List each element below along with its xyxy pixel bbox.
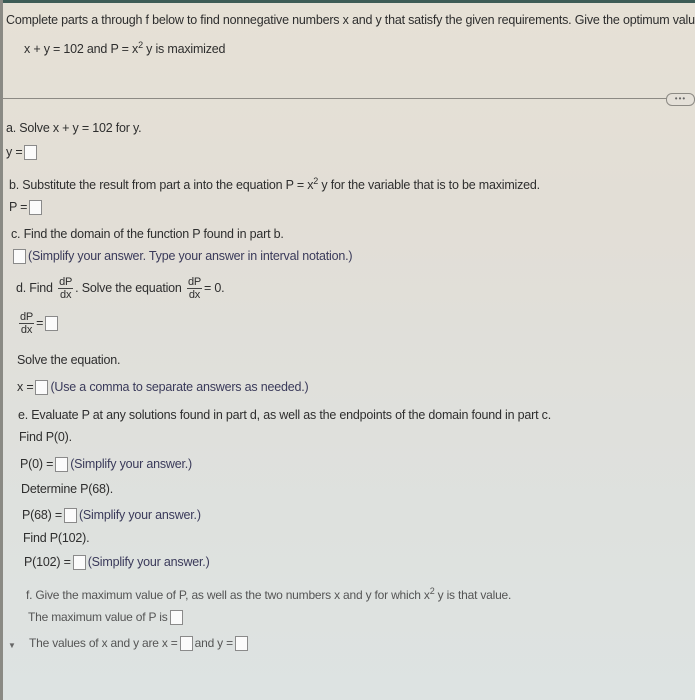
p102-row: P(102) = (Simplify your answer.)	[24, 555, 210, 571]
xy-values-row: The values of x and y are x = and y =	[29, 636, 250, 652]
p68-hint: (Simplify your answer.)	[78, 508, 201, 522]
p68-row: P(68) = (Simplify your answer.)	[22, 508, 201, 524]
condition-exponent: 2	[138, 40, 143, 50]
derivative-answer-input[interactable]	[45, 316, 59, 331]
p102-input[interactable]	[72, 555, 86, 571]
p68-input[interactable]	[63, 508, 77, 524]
part-d-prompt: d. Find dP dx. Solve the equation dP dx = 0…	[16, 276, 225, 301]
p0-row: P(0) = (Simplify your answer.)	[20, 457, 193, 473]
part-a-prompt: a. Solve x + y = 102 for y.	[6, 121, 142, 135]
max-value-row: The maximum value of P is	[28, 610, 185, 626]
p102-label: P(102) =	[24, 555, 71, 569]
part-c-answer-row: (Simplify your answer. Type your answer …	[11, 249, 353, 265]
x-critical-input[interactable]	[35, 380, 49, 396]
part-b-prompt: b. Substitute the result from part a int…	[9, 176, 540, 192]
p-answer-input[interactable]	[29, 200, 43, 216]
more-options-button[interactable]: •••	[666, 93, 695, 106]
find-p0-label: Find P(0).	[19, 430, 72, 444]
x-label: x =	[17, 380, 34, 394]
part-f-prompt-suffix: y is that value.	[437, 588, 512, 602]
condition-suffix: y is maximized	[146, 42, 226, 56]
derivative-fraction-2: dP dx	[186, 276, 203, 301]
max-value-label: The maximum value of P is	[28, 610, 168, 624]
part-d-solve-label: Solve the equation.	[17, 353, 121, 367]
part-d-x-row: x = (Use a comma to separate answers as n…	[17, 380, 309, 396]
part-c-prompt: c. Find the domain of the function P fou…	[11, 227, 284, 241]
window-left-border	[0, 0, 3, 700]
y-value-input[interactable]	[234, 636, 248, 652]
part-b-answer-row: P =	[9, 200, 44, 216]
part-f-prompt: f. Give the maximum value of P, as well …	[26, 586, 512, 602]
p102-hint: (Simplify your answer.)	[87, 555, 210, 569]
part-d-equals: =	[36, 315, 44, 330]
window-top-border	[0, 0, 695, 3]
equals-zero: = 0.	[204, 280, 225, 295]
max-value-input[interactable]	[169, 610, 183, 626]
problem-condition: x + y = 102 and P = x2 y is maximized	[24, 40, 226, 56]
part-e-prompt: e. Evaluate P at any solutions found in …	[18, 408, 551, 422]
determine-p68-label: Determine P(68).	[21, 482, 113, 496]
xy-values-label: The values of x and y are x =	[29, 636, 178, 650]
derivative-fraction: dP dx	[58, 276, 74, 301]
part-d-solve: . Solve the equation	[75, 280, 182, 295]
p0-hint: (Simplify your answer.)	[70, 457, 193, 471]
part-b-prompt-prefix: b. Substitute the result from part a int…	[9, 178, 314, 192]
problem-intro: Complete parts a through f below to find…	[6, 13, 695, 27]
section-divider	[0, 98, 670, 99]
y-answer-input[interactable]	[24, 145, 38, 161]
domain-answer-input[interactable]	[13, 249, 26, 265]
part-b-prompt-suffix: y for the variable that is to be maximiz…	[321, 178, 540, 192]
part-f-prompt-prefix: f. Give the maximum value of P, as well …	[26, 588, 430, 602]
part-c-hint: (Simplify your answer. Type your answer …	[28, 249, 353, 263]
x-hint: (Use a comma to separate answers as need…	[50, 380, 309, 394]
part-a-answer-row: y =	[6, 145, 39, 161]
condition-prefix: x + y = 102 and P = x	[24, 42, 139, 56]
part-b-answer-label: P =	[9, 200, 28, 214]
p68-label: P(68) =	[22, 508, 62, 522]
derivative-fraction-3: dP dx	[19, 311, 35, 336]
part-f-exponent: 2	[429, 586, 435, 596]
x-value-input[interactable]	[179, 636, 193, 652]
part-a-answer-label: y =	[6, 145, 23, 159]
find-p102-label: Find P(102).	[23, 531, 90, 545]
part-d-find: d. Find	[16, 280, 53, 295]
ellipsis-icon: •••	[674, 94, 687, 103]
p0-label: P(0) =	[20, 457, 54, 471]
p0-input[interactable]	[55, 457, 69, 473]
and-y-label: and y =	[194, 636, 234, 650]
part-d-answer-row: dP dx =	[17, 311, 60, 336]
scroll-down-arrow-icon[interactable]: ▼	[8, 641, 16, 650]
part-b-exponent: 2	[313, 176, 319, 186]
